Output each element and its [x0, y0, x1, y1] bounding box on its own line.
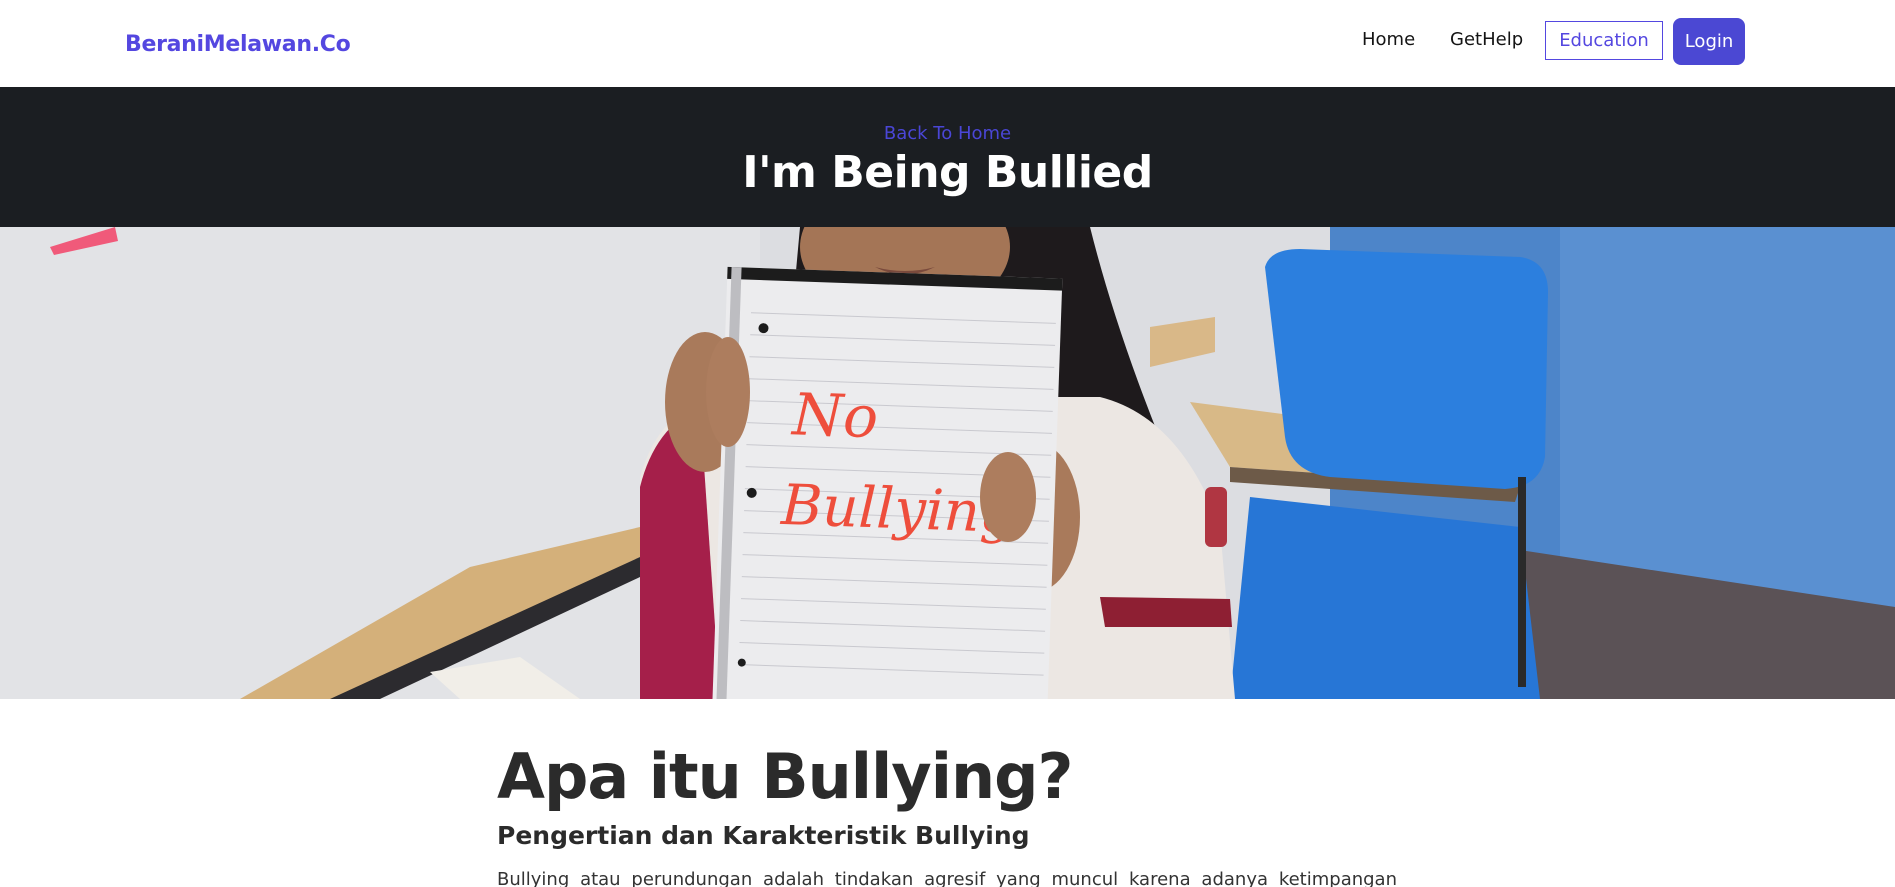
brand-logo[interactable]: BeraniMelawan.Co — [125, 32, 351, 57]
hero-image: No Bullying — [0, 227, 1895, 699]
navbar: BeraniMelawan.Co Home GetHelp Education … — [0, 0, 1895, 87]
article-subtitle: Pengertian dan Karakteristik Bullying — [497, 821, 1030, 850]
notebook-text-no: No — [789, 380, 879, 451]
nav-home-link[interactable]: Home — [1362, 29, 1415, 50]
page-title: I'm Being Bullied — [742, 147, 1153, 198]
article-title: Apa itu Bullying? — [497, 740, 1073, 813]
article-body: Bullying atau perundungan adalah tindaka… — [497, 869, 1397, 887]
page-header: Back To Home I'm Being Bullied — [0, 87, 1895, 227]
back-to-home-link[interactable]: Back To Home — [0, 123, 1895, 144]
nav-education-link[interactable]: Education — [1545, 21, 1663, 60]
nav-gethelp-link[interactable]: GetHelp — [1450, 29, 1523, 50]
login-button[interactable]: Login — [1673, 18, 1745, 65]
article: Apa itu Bullying? Pengertian dan Karakte… — [497, 740, 1397, 887]
